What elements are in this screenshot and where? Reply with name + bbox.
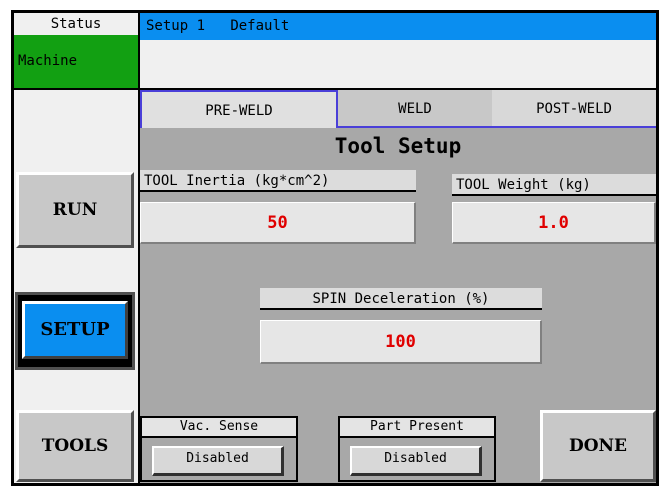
vac-sense-toggle[interactable]: Disabled bbox=[152, 446, 284, 476]
part-present-label: Part Present bbox=[340, 418, 494, 438]
part-present-toggle[interactable]: Disabled bbox=[350, 446, 482, 476]
profile-name: Default bbox=[230, 18, 290, 34]
spin-deceleration-label: SPIN Deceleration (%) bbox=[260, 288, 542, 310]
panel-title: Tool Setup bbox=[334, 134, 462, 158]
vac-sense-label: Vac. Sense bbox=[142, 418, 296, 438]
header-bar: Setup 1 Default bbox=[140, 13, 656, 40]
done-button[interactable]: DONE bbox=[540, 410, 656, 482]
run-button[interactable]: RUN bbox=[16, 172, 134, 248]
tool-weight-value[interactable]: 1.0 bbox=[452, 202, 656, 244]
status-label: Status bbox=[14, 13, 138, 35]
spin-deceleration-value[interactable]: 100 bbox=[260, 320, 542, 364]
tool-inertia-value[interactable]: 50 bbox=[140, 202, 416, 244]
tools-button[interactable]: TOOLS bbox=[16, 410, 134, 482]
tool-inertia-label: TOOL Inertia (kg*cm^2) bbox=[140, 170, 416, 192]
status-machine-indicator: Machine bbox=[14, 35, 138, 88]
setup-button[interactable]: SETUP bbox=[22, 301, 128, 359]
tab-weld[interactable]: WELD bbox=[338, 90, 492, 128]
tool-weight-label: TOOL Weight (kg) bbox=[452, 174, 656, 196]
header-subbar bbox=[140, 40, 656, 88]
tab-pre-weld[interactable]: PRE-WELD bbox=[140, 90, 338, 128]
setup-name: Setup 1 bbox=[146, 18, 206, 34]
tab-post-weld[interactable]: POST-WELD bbox=[492, 90, 656, 128]
